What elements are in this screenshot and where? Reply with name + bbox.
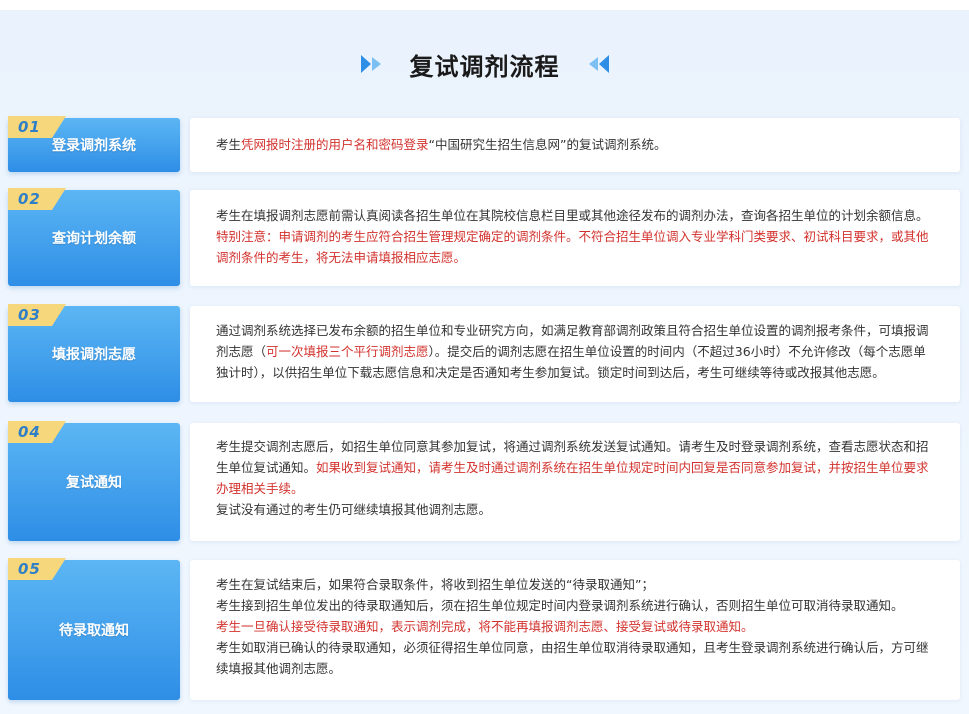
highlight-text: 可一次填报三个平行调剂志愿 [266,344,429,359]
step-3: 03 填报调剂志愿 通过调剂系统选择已发布余额的招生单位和专业研究方向，如满足教… [0,304,969,402]
step-title: 待录取通知 [59,623,129,639]
body-text: 考生如取消已确认的待录取通知，必须征得招生单位同意，由招生单位取消待录取通知，且… [216,640,929,676]
step-title: 复试通知 [66,475,122,491]
step-5: 05 待录取通知 考生在复试结束后，如果符合录取条件，将收到招生单位发送的“待录… [0,558,969,700]
step-text: 考生提交调剂志愿后，如招生单位同意其参加复试，将通过调剂系统发送复试通知。请考生… [216,436,938,520]
step-5-card: 考生在复试结束后，如果符合录取条件，将收到招生单位发送的“待录取通知”； 考生接到… [190,560,960,700]
body-text: 考生在复试结束后，如果符合录取条件，将收到招生单位发送的“待录取通知”； [216,577,654,592]
step-number-badge: 02 [8,188,66,210]
step-number-badge: 03 [8,304,66,326]
step-title: 登录调剂系统 [52,138,136,154]
step-4-card: 考生提交调剂志愿后，如招生单位同意其参加复试，将通过调剂系统发送复试通知。请考生… [190,423,960,541]
body-text: 考生在填报调剂志愿前需认真阅读各招生单位在其院校信息栏目里或其他途径发布的调剂办… [216,208,929,223]
step-3-card: 通过调剂系统选择已发布余额的招生单位和专业研究方向，如满足教育部调剂政策且符合招… [190,306,960,402]
body-text: 考生接到招生单位发出的待录取通知后，须在招生单位规定时间内登录调剂系统进行确认，… [216,598,904,613]
step-2: 02 查询计划余额 考生在填报调剂志愿前需认真阅读各招生单位在其院校信息栏目里或… [0,188,969,286]
highlight-text: 特别注意：申请调剂的考生应符合招生管理规定确定的调剂条件。不符合招生单位调入专业… [216,229,929,265]
step-number-badge: 05 [8,558,66,580]
highlight-text: 考生一旦确认接受待录取通知，表示调剂完成，将不能再填报调剂志愿、接受复试或待录取… [216,619,754,634]
step-1-card: 考生凭网报时注册的用户名和密码登录“中国研究生招生信息网”的复试调剂系统。 [190,118,960,172]
step-2-label-block[interactable]: 02 查询计划余额 [8,188,180,286]
body-text: 复试没有通过的考生仍可继续填报其他调剂志愿。 [216,502,492,517]
highlight-text: 凭网报时注册的用户名和密码登录 [241,137,429,152]
body-text: 考生 [216,137,242,152]
step-4: 04 复试通知 考生提交调剂志愿后，如招生单位同意其参加复试，将通过调剂系统发送… [0,421,969,541]
page-title: 复试调剂流程 [409,52,560,81]
step-3-label-block[interactable]: 03 填报调剂志愿 [8,304,180,402]
left-arrows-icon [582,52,610,76]
step-title: 查询计划余额 [52,231,136,247]
step-title: 填报调剂志愿 [52,347,136,363]
step-text: 考生在复试结束后，如果符合录取条件，将收到招生单位发送的“待录取通知”； 考生接到… [216,574,938,679]
step-1-label-block[interactable]: 01 登录调剂系统 [8,116,180,172]
step-text: 通过调剂系统选择已发布余额的招生单位和专业研究方向，如满足教育部调剂政策且符合招… [216,320,938,383]
top-strip [0,0,969,10]
step-text: 考生凭网报时注册的用户名和密码登录“中国研究生招生信息网”的复试调剂系统。 [216,134,938,155]
step-1: 01 登录调剂系统 考生凭网报时注册的用户名和密码登录“中国研究生招生信息网”的… [0,116,969,172]
step-5-label-block[interactable]: 05 待录取通知 [8,558,180,700]
title-bar: 复试调剂流程 [0,42,969,86]
step-text: 考生在填报调剂志愿前需认真阅读各招生单位在其院校信息栏目里或其他途径发布的调剂办… [216,205,938,268]
step-4-label-block[interactable]: 04 复试通知 [8,421,180,541]
highlight-text: 如果收到复试通知，请考生及时通过调剂系统在招生单位规定时间内回复是否同意参加复试… [216,460,929,496]
body-text: “中国研究生招生信息网”的复试调剂系统。 [428,137,667,152]
step-number-badge: 04 [8,421,66,443]
step-2-card: 考生在填报调剂志愿前需认真阅读各招生单位在其院校信息栏目里或其他途径发布的调剂办… [190,190,960,286]
right-arrows-icon [360,52,388,76]
